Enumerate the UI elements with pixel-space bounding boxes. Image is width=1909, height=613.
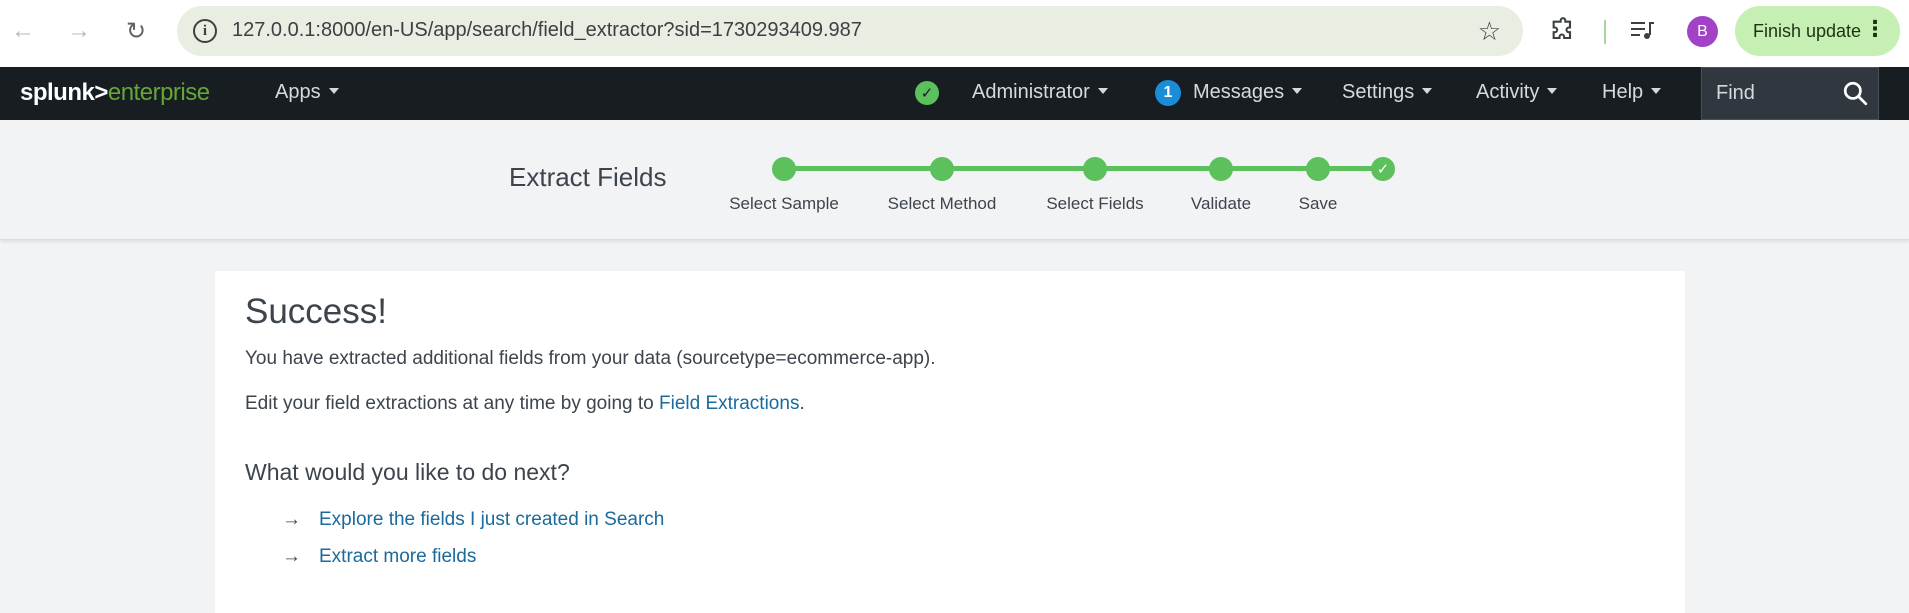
- step-dot-select-fields: [1083, 157, 1107, 181]
- apps-label: Apps: [275, 81, 321, 103]
- search-icon[interactable]: [1842, 80, 1868, 106]
- edit-text-before: Edit your field extractions at any time …: [245, 393, 659, 414]
- chevron-down-icon: [1651, 87, 1662, 94]
- toolbar-separator: [1604, 20, 1606, 44]
- find-input[interactable]: [1702, 68, 1842, 119]
- step-label-validate: Validate: [1190, 194, 1252, 213]
- field-extractions-link[interactable]: Field Extractions: [659, 393, 799, 414]
- next-steps-heading: What would you like to do next?: [245, 459, 570, 485]
- chevron-down-icon: [1097, 87, 1108, 94]
- step-label-select-sample: Select Sample: [729, 194, 839, 213]
- chevron-down-icon: [1547, 87, 1558, 94]
- step-label-select-method: Select Method: [887, 194, 997, 213]
- finish-update-button[interactable]: Finish update ⋮: [1735, 6, 1900, 56]
- step-dot-save: [1306, 157, 1330, 181]
- extract-more-fields-link[interactable]: Extract more fields: [319, 546, 476, 567]
- health-status-check-icon[interactable]: ✓: [915, 81, 939, 105]
- bookmark-star-icon[interactable]: ☆: [1478, 16, 1501, 47]
- right-arrow-icon: →: [282, 509, 301, 530]
- splunk-top-nav: splunk>enterprise Apps ✓ Administrator 1…: [0, 67, 1909, 120]
- messages-count-badge[interactable]: 1: [1155, 80, 1181, 106]
- reload-icon[interactable]: ↻: [118, 13, 154, 49]
- back-arrow-icon[interactable]: ←: [5, 13, 41, 49]
- chevron-down-icon: [328, 87, 339, 94]
- step-label-save: Save: [1298, 194, 1338, 213]
- wizard-title: Extract Fields: [509, 162, 667, 192]
- step-label-select-fields: Select Fields: [1046, 194, 1144, 213]
- step-dot-select-sample: [772, 157, 796, 181]
- profile-avatar[interactable]: B: [1687, 16, 1718, 47]
- messages-menu[interactable]: Messages: [1193, 81, 1303, 104]
- next-action-item: → Explore the fields I just created in Se…: [282, 509, 664, 531]
- extracted-message: You have extracted additional fields fro…: [245, 348, 936, 369]
- help-menu[interactable]: Help: [1602, 81, 1662, 104]
- media-queue-icon[interactable]: [1630, 19, 1656, 43]
- extract-fields-wizard-header: Extract Fields ✓ Select Sample Select Me…: [0, 120, 1909, 240]
- browser-toolbar: ← → ↻ i 127.0.0.1:8000/en-US/app/search/…: [0, 0, 1909, 67]
- explore-fields-link[interactable]: Explore the fields I just created in Sea…: [319, 509, 664, 530]
- activity-label: Activity: [1476, 81, 1540, 103]
- edit-extractions-message: Edit your field extractions at any time …: [245, 393, 805, 415]
- step-complete-check-icon: ✓: [1371, 157, 1395, 181]
- chevron-down-icon: [1422, 87, 1433, 94]
- help-label: Help: [1602, 81, 1644, 103]
- forward-arrow-icon[interactable]: →: [61, 13, 97, 49]
- address-bar[interactable]: i 127.0.0.1:8000/en-US/app/search/field_…: [177, 6, 1523, 56]
- next-action-item: → Extract more fields: [282, 546, 476, 568]
- settings-menu[interactable]: Settings: [1342, 81, 1433, 104]
- step-dot-select-method: [930, 157, 954, 181]
- edit-text-after: .: [799, 393, 805, 414]
- success-panel: Success! You have extracted additional f…: [215, 271, 1685, 613]
- extensions-puzzle-icon[interactable]: [1549, 17, 1577, 45]
- administrator-label: Administrator: [972, 81, 1090, 103]
- more-menu-icon[interactable]: ⋮: [1864, 18, 1886, 40]
- messages-label: Messages: [1193, 81, 1285, 103]
- url-text[interactable]: 127.0.0.1:8000/en-US/app/search/field_ex…: [232, 19, 862, 42]
- find-search-box[interactable]: [1701, 67, 1879, 120]
- logo-sub: enterprise: [107, 79, 210, 106]
- success-heading: Success!: [245, 292, 387, 331]
- site-info-icon[interactable]: i: [193, 19, 217, 43]
- right-arrow-icon: →: [282, 546, 301, 567]
- apps-menu[interactable]: Apps: [275, 81, 339, 104]
- activity-menu[interactable]: Activity: [1476, 81, 1558, 104]
- step-dot-validate: [1209, 157, 1233, 181]
- administrator-menu[interactable]: Administrator: [972, 81, 1108, 104]
- splunk-logo[interactable]: splunk>enterprise: [20, 79, 210, 107]
- settings-label: Settings: [1342, 81, 1415, 103]
- finish-update-label: Finish update: [1753, 20, 1862, 41]
- chevron-down-icon: [1292, 87, 1303, 94]
- logo-main: splunk>: [20, 79, 108, 106]
